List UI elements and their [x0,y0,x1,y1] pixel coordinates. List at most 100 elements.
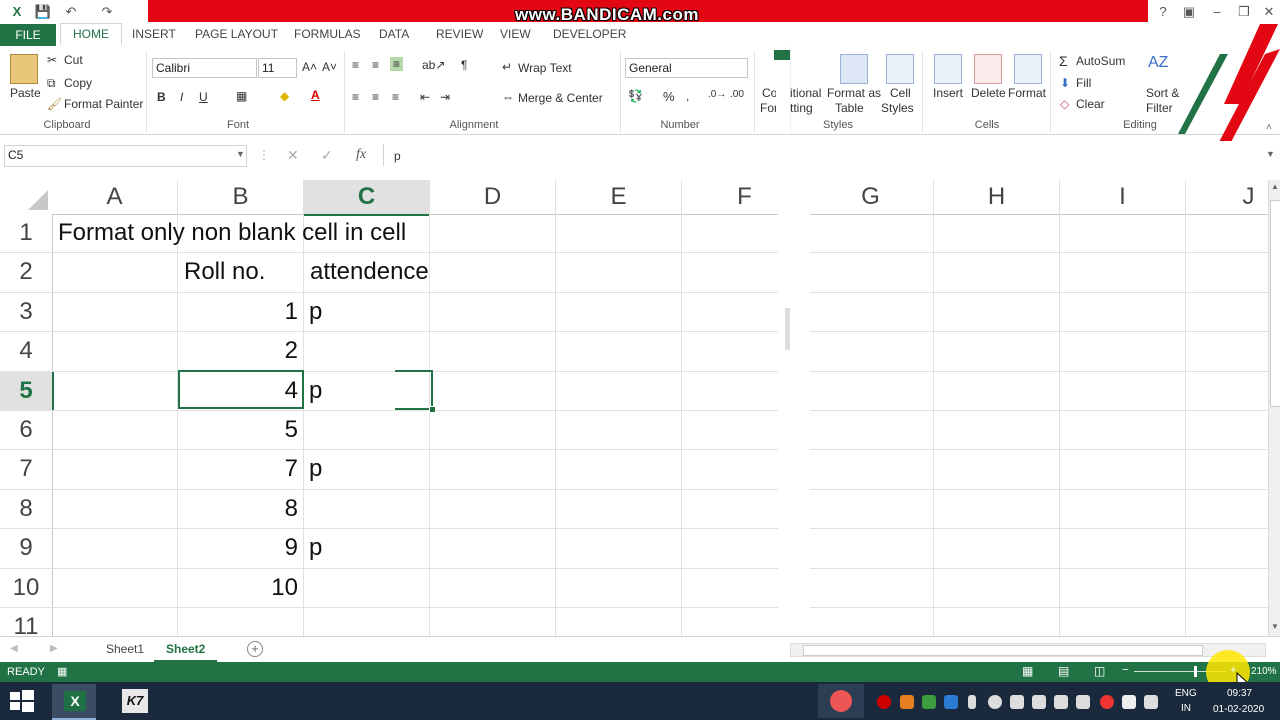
cell-b6-roll[interactable]: 5 [178,416,298,444]
tray-app-icon-1[interactable] [900,695,914,709]
help-icon[interactable]: ? [1154,3,1172,20]
tray-app-icon-5[interactable] [1054,695,1068,709]
tray-network-icon[interactable] [1010,695,1024,709]
zoom-level[interactable]: 210% [1251,666,1277,677]
fill-color-icon[interactable]: ◆ [280,89,289,103]
row-header-10[interactable]: 10 [0,568,53,608]
horizontal-scroll-thumb[interactable] [803,645,1203,656]
column-header-j[interactable]: J [1186,180,1268,215]
format-cells-icon[interactable] [1014,54,1042,84]
comma-style-icon[interactable]: , [686,89,689,103]
tray-app-icon-6[interactable] [1076,695,1090,709]
taskbar-excel-icon[interactable]: X [52,684,96,720]
vertical-scroll-thumb[interactable] [1270,200,1280,407]
row-header-9[interactable]: 9 [0,529,53,569]
tab-insert[interactable]: INSERT [132,27,176,41]
cell-b9-roll[interactable]: 9 [178,534,298,562]
macro-record-icon[interactable]: ▦ [57,665,67,678]
row-header-7[interactable]: 7 [0,450,53,490]
tab-file[interactable]: FILE [0,24,56,46]
format-painter-icon[interactable]: 🖌 [47,97,62,111]
column-header-g[interactable]: G [808,180,934,215]
underline-button[interactable]: U [199,90,208,104]
ribbon-display-icon[interactable]: ▣ [1180,3,1198,20]
tray-volume-icon[interactable] [988,695,1002,709]
format-cells-button[interactable]: Format [1008,86,1046,100]
align-middle-icon[interactable]: ≡ [372,58,379,72]
wrap-text-button[interactable]: Wrap Text [518,61,572,75]
column-header-a[interactable]: A [52,180,178,215]
start-button[interactable] [0,684,44,718]
scroll-sheets-left-icon[interactable]: ◀ [10,643,18,654]
paste-icon[interactable] [10,54,38,84]
cell-c3-attendance[interactable]: p [309,298,322,326]
scroll-up-icon[interactable]: ▲ [1271,182,1279,191]
tab-home[interactable]: HOME [60,23,122,45]
tray-app-icon-3[interactable] [944,695,958,709]
column-header-i[interactable]: I [1060,180,1186,215]
scroll-down-icon[interactable]: ▼ [1271,622,1279,631]
zoom-out-icon[interactable]: − [1122,664,1128,676]
enter-entry-icon[interactable]: ✓ [321,147,333,164]
delete-cells-icon[interactable] [974,54,1002,84]
input-region[interactable]: IN [1181,703,1191,714]
increase-indent-icon[interactable]: ⇥ [440,90,450,104]
cell-styles-button[interactable]: Cell [890,86,911,100]
tray-record-icon[interactable] [877,695,891,709]
fill-button[interactable]: Fill [1076,76,1091,90]
autosum-icon[interactable]: Σ [1059,53,1068,69]
undo-icon[interactable]: ↶ [62,3,80,20]
cell-b8-roll[interactable]: 8 [178,495,298,523]
row-header-3[interactable]: 3 [0,292,53,333]
insert-cells-icon[interactable] [934,54,962,84]
column-header-b[interactable]: B [178,180,304,215]
tab-page-layout[interactable]: PAGE LAYOUT [195,27,278,41]
decrease-decimal-icon[interactable]: .00 [730,89,744,100]
align-bottom-icon[interactable]: ≡ [390,57,404,71]
accounting-format-icon[interactable]: 💱 [628,89,643,103]
name-box-dropdown-icon[interactable]: ▼ [236,149,245,159]
format-painter-button[interactable]: Format Painter [64,97,143,111]
merge-center-button[interactable]: Merge & Center [518,91,603,105]
tray-k7-icon[interactable] [1122,695,1136,709]
shrink-font-icon[interactable]: A˅ [322,60,337,74]
minimize-icon[interactable]: – [1208,3,1226,20]
grow-font-icon[interactable]: A˄ [302,60,317,74]
align-left-icon[interactable]: ≡ [352,90,359,104]
cell-c2-header[interactable]: attendence [310,258,429,286]
taskbar-pinned-app-icon[interactable] [818,684,864,718]
wrap-text-icon[interactable]: ↵ [502,60,512,74]
tray-app-icon-2[interactable] [922,695,936,709]
taskbar-k7-icon[interactable]: K7 [112,684,156,718]
page-break-view-icon[interactable]: ◫ [1094,664,1105,678]
row-header-8[interactable]: 8 [0,489,53,530]
decrease-indent-icon[interactable]: ⇤ [420,90,430,104]
tab-data[interactable]: DATA [379,27,409,41]
column-header-c[interactable]: C [304,180,430,216]
paste-button[interactable]: Paste [10,86,41,100]
copy-button[interactable]: Copy [64,76,92,90]
borders-icon[interactable]: ▦ [236,89,247,103]
worksheet-grid[interactable]: ABCDEFGHIJ 1 2 3 4 5 6 7 8 9 10 11 Format only non… [0,180,1268,636]
row-header-5[interactable]: 5 [0,371,54,411]
row-header-1[interactable]: 1 [0,214,53,254]
align-right-icon[interactable]: ≡ [392,90,399,104]
clock-time[interactable]: 09:37 [1227,688,1252,699]
clock-date[interactable]: 01-02-2020 [1213,704,1264,715]
tray-app-icon-7[interactable] [1100,695,1114,709]
column-header-e[interactable]: E [556,180,682,215]
merge-center-icon[interactable]: ⇔ [502,90,514,104]
sheet-tab-sheet2[interactable]: Sheet2 [154,638,218,662]
cell-styles-icon[interactable] [886,54,914,84]
tab-review[interactable]: REVIEW [436,27,483,41]
zoom-slider-thumb[interactable] [1194,666,1197,677]
fill-icon[interactable]: ⬇ [1060,76,1070,90]
format-as-table-icon[interactable] [840,54,868,84]
cut-icon[interactable]: ✂ [47,53,57,67]
redo-icon[interactable]: ↷ [98,3,116,20]
horizontal-scrollbar[interactable] [790,643,1266,657]
cell-c9-attendance[interactable]: p [309,534,322,562]
expand-formula-bar-icon[interactable]: ▼ [1266,149,1275,159]
font-color-icon[interactable]: A [311,88,320,102]
font-name-select[interactable]: Calibri [152,58,257,78]
